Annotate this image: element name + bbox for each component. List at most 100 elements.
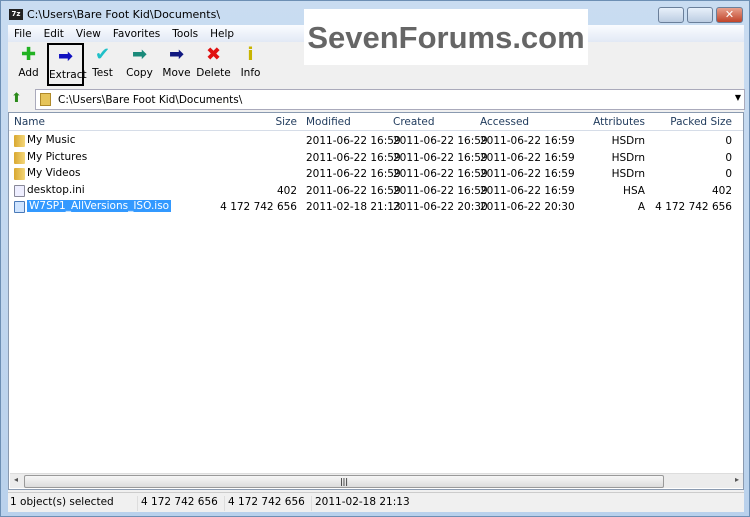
toolbar-delete-button[interactable]: ✖ Delete [195,43,232,86]
cell-modified: 2011-06-22 16:59 [306,151,401,164]
cell-modified: 2011-02-18 21:13 [306,201,401,213]
cell-accessed: 2011-06-22 16:59 [480,151,575,164]
cell-created: 2011-06-22 16:59 [393,184,488,197]
address-bar[interactable]: C:\Users\Bare Foot Kid\Documents\ ▼ [35,89,745,110]
cell-accessed: 2011-06-22 16:59 [480,184,575,197]
status-modified: 2011-02-18 21:13 [315,496,410,508]
cell-packed: 0 [725,135,732,147]
toolbar-label: Delete [196,67,231,79]
toolbar-copy-button[interactable]: ➡ Copy [121,43,158,86]
status-bar: 1 object(s) selected 4 172 742 656 4 172… [8,492,744,512]
toolbar-label: Extract [49,69,87,81]
watermark: SevenForums.com [304,9,588,65]
folder-icon [14,135,25,147]
scrollbar-thumb[interactable]: ||| [24,475,664,488]
table-row[interactable]: My Music 2011-06-22 16:59 2011-06-22 16:59… [9,133,743,149]
cell-size: 402 [276,184,297,197]
delete-x-icon: ✖ [205,44,222,65]
cell-attributes: HSDrn [611,135,645,147]
address-row: ⬆ C:\Users\Bare Foot Kid\Documents\ ▼ [8,89,745,110]
cell-modified: 2011-06-22 16:59 [306,135,401,147]
horizontal-scrollbar[interactable]: ◂ ||| ▸ [10,473,743,488]
dropdown-arrow-icon[interactable]: ▼ [735,93,741,102]
file-list[interactable]: Name Size Modified Created Accessed Attr… [8,112,744,490]
cell-name: desktop.ini [27,183,85,196]
column-accessed[interactable]: Accessed [480,116,529,128]
extract-arrow-icon: ➡ [57,46,74,67]
menu-edit[interactable]: Edit [38,25,70,42]
toolbar-label: Test [92,67,113,79]
toolbar-extract-button[interactable]: ➡ Extract [47,43,87,86]
cell-accessed: 2011-06-22 20:30 [480,201,575,213]
cell-accessed: 2011-06-22 16:59 [480,168,575,180]
toolbar-label: Copy [126,67,153,79]
move-arrow-icon: ➡ [168,44,185,65]
folder-icon [14,151,25,164]
toolbar-add-button[interactable]: ✚ Add [10,43,47,86]
toolbar-label: Add [18,67,39,79]
iso-file-icon [14,201,25,213]
cell-packed: 0 [725,168,732,180]
column-name[interactable]: Name [14,116,45,128]
toolbar-move-button[interactable]: ➡ Move [158,43,195,86]
minimize-button[interactable] [658,7,684,23]
cell-modified: 2011-06-22 16:59 [306,184,401,197]
cell-created: 2011-06-22 16:59 [393,168,488,180]
table-row[interactable]: desktop.ini 402 2011-06-22 16:59 2011-06-22… [9,183,743,199]
menu-favorites[interactable]: Favorites [107,25,166,42]
toolbar-label: Info [240,67,261,79]
cell-size: 4 172 742 656 [220,201,297,213]
copy-arrow-icon: ➡ [131,44,148,65]
menu-help[interactable]: Help [204,25,240,42]
cell-created: 2011-06-22 20:30 [393,201,488,213]
column-size[interactable]: Size [215,116,297,128]
app-icon: 7z [9,9,23,20]
scroll-right-icon[interactable]: ▸ [735,475,739,484]
cell-packed: 4 172 742 656 [655,201,732,213]
info-icon: i [247,44,254,65]
toolbar-info-button[interactable]: i Info [232,43,269,86]
column-created[interactable]: Created [393,116,435,128]
up-folder-icon[interactable]: ⬆ [11,91,22,106]
table-row[interactable]: My Pictures 2011-06-22 16:59 2011-06-22 16… [9,150,743,166]
toolbar-test-button[interactable]: ✔ Test [84,43,121,86]
column-attributes[interactable]: Attributes [563,116,645,128]
scroll-left-icon[interactable]: ◂ [14,475,18,484]
window: 7z C:\Users\Bare Foot Kid\Documents\ ✕ F… [0,0,750,517]
close-button[interactable]: ✕ [716,7,743,23]
cell-name: My Videos [27,167,81,179]
cell-created: 2011-06-22 16:59 [393,151,488,164]
status-size: 4 172 742 656 [139,496,225,511]
folder-icon [14,168,25,180]
plus-icon: ✚ [20,44,37,65]
column-packed-size[interactable]: Packed Size [650,116,732,128]
menu-view[interactable]: View [70,25,107,42]
status-packed-size: 4 172 742 656 [226,496,312,511]
status-selection: 1 object(s) selected [8,496,138,511]
cell-attributes: HSA [623,184,645,197]
table-row[interactable]: My Videos 2011-06-22 16:59 2011-06-22 16:5… [9,166,743,182]
client-area: File Edit View Favorites Tools Help ✚ Add… [8,25,745,512]
cell-created: 2011-06-22 16:59 [393,135,488,147]
table-row[interactable]: W7SP1_AllVersions_ISO.iso 4 172 742 656 20… [9,199,743,215]
cell-name: My Music [27,134,76,146]
test-check-icon: ✔ [94,44,111,65]
cell-attributes: A [637,201,645,213]
menu-tools[interactable]: Tools [166,25,204,42]
toolbar-label: Move [162,67,191,79]
cell-name: My Pictures [27,150,88,163]
ini-file-icon [14,184,25,197]
cell-packed: 402 [711,184,732,197]
maximize-button[interactable] [687,7,713,23]
cell-attributes: HSDrn [611,151,645,164]
cell-name: W7SP1_AllVersions_ISO.iso [27,200,172,212]
window-title: C:\Users\Bare Foot Kid\Documents\ [27,8,221,21]
cell-modified: 2011-06-22 16:59 [306,168,401,180]
folder-icon [40,93,51,106]
cell-attributes: HSDrn [611,168,645,180]
address-text[interactable]: C:\Users\Bare Foot Kid\Documents\ [58,94,242,106]
menu-file[interactable]: File [8,25,38,42]
column-modified[interactable]: Modified [306,116,351,128]
column-header: Name Size Modified Created Accessed Attr… [9,113,743,131]
cell-accessed: 2011-06-22 16:59 [480,135,575,147]
